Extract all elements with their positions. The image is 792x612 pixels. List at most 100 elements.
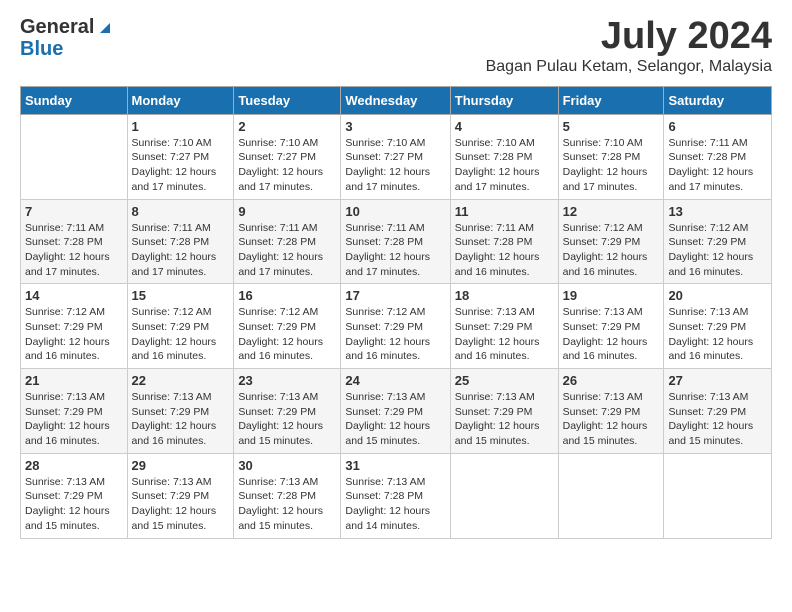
header-thursday: Thursday: [450, 86, 558, 114]
calendar-cell: 23 Sunrise: 7:13 AMSunset: 7:29 PMDayligh…: [234, 369, 341, 454]
day-detail: Sunrise: 7:13 AMSunset: 7:29 PMDaylight:…: [668, 390, 767, 449]
calendar-cell: 8 Sunrise: 7:11 AMSunset: 7:28 PMDaylight…: [127, 199, 234, 284]
header-monday: Monday: [127, 86, 234, 114]
header-saturday: Saturday: [664, 86, 772, 114]
day-number: 10: [345, 204, 445, 219]
calendar-cell: [450, 453, 558, 538]
calendar-cell: 9 Sunrise: 7:11 AMSunset: 7:28 PMDaylight…: [234, 199, 341, 284]
day-number: 2: [238, 119, 336, 134]
day-number: 14: [25, 288, 123, 303]
day-number: 16: [238, 288, 336, 303]
calendar-cell: 11Sunrise: 7:11 AMSunset: 7:28 PMDayligh…: [450, 199, 558, 284]
day-number: 6: [668, 119, 767, 134]
day-detail: Sunrise: 7:10 AMSunset: 7:28 PMDaylight:…: [455, 136, 554, 195]
calendar-cell: [558, 453, 664, 538]
logo-icon: [96, 17, 114, 35]
day-number: 29: [132, 458, 230, 473]
calendar-cell: 30Sunrise: 7:13 AMSunset: 7:28 PMDayligh…: [234, 453, 341, 538]
calendar-cell: 21Sunrise: 7:13 AMSunset: 7:29 PMDayligh…: [21, 369, 128, 454]
calendar-cell: 12Sunrise: 7:12 AMSunset: 7:29 PMDayligh…: [558, 199, 664, 284]
calendar-cell: 13 Sunrise: 7:12 AMSunset: 7:29 PMDayligh…: [664, 199, 772, 284]
calendar-cell: 14Sunrise: 7:12 AMSunset: 7:29 PMDayligh…: [21, 284, 128, 369]
logo-general-text: General: [20, 16, 94, 38]
day-detail: Sunrise: 7:10 AMSunset: 7:27 PMDaylight:…: [132, 136, 230, 195]
calendar-cell: 18Sunrise: 7:13 AMSunset: 7:29 PMDayligh…: [450, 284, 558, 369]
day-detail: Sunrise: 7:12 AMSunset: 7:29 PMDaylight:…: [238, 305, 336, 364]
calendar-week-row: 21Sunrise: 7:13 AMSunset: 7:29 PMDayligh…: [21, 369, 772, 454]
day-number: 17: [345, 288, 445, 303]
day-number: 8: [132, 204, 230, 219]
day-number: 19: [563, 288, 660, 303]
day-number: 24: [345, 373, 445, 388]
day-number: 3: [345, 119, 445, 134]
day-detail: Sunrise: 7:13 AMSunset: 7:29 PMDaylight:…: [25, 475, 123, 534]
month-year-title: July 2024: [486, 16, 772, 58]
page-header: General Blue July 2024 Bagan Pulau Ketam…: [20, 16, 772, 76]
day-number: 31: [345, 458, 445, 473]
calendar-cell: 29 Sunrise: 7:13 AMSunset: 7:29 PMDayligh…: [127, 453, 234, 538]
day-number: 7: [25, 204, 123, 219]
calendar-table: SundayMondayTuesdayWednesdayThursdayFrid…: [20, 86, 772, 539]
day-number: 13: [668, 204, 767, 219]
calendar-week-row: 1 Sunrise: 7:10 AMSunset: 7:27 PMDaylight…: [21, 114, 772, 199]
calendar-cell: [664, 453, 772, 538]
calendar-cell: 26Sunrise: 7:13 AMSunset: 7:29 PMDayligh…: [558, 369, 664, 454]
calendar-cell: 4 Sunrise: 7:10 AMSunset: 7:28 PMDaylight…: [450, 114, 558, 199]
day-detail: Sunrise: 7:13 AMSunset: 7:29 PMDaylight:…: [238, 390, 336, 449]
calendar-cell: 17 Sunrise: 7:12 AMSunset: 7:29 PMDayligh…: [341, 284, 450, 369]
calendar-week-row: 14 Sunrise: 7:12 AMSunset: 7:29 PMDayligh…: [21, 284, 772, 369]
day-number: 4: [455, 119, 554, 134]
day-detail: Sunrise: 7:13 AMSunset: 7:29 PMDaylight:…: [563, 390, 660, 449]
calendar-cell: 7 Sunrise: 7:11 AMSunset: 7:28 PMDaylight…: [21, 199, 128, 284]
header-wednesday: Wednesday: [341, 86, 450, 114]
day-number: 23: [238, 373, 336, 388]
calendar-cell: 20 Sunrise: 7:13 AMSunset: 7:29 PMDayligh…: [664, 284, 772, 369]
day-detail: Sunrise: 7:13 AMSunset: 7:29 PMDaylight:…: [25, 390, 123, 449]
calendar-week-row: 28 Sunrise: 7:13 AMSunset: 7:29 PMDayligh…: [21, 453, 772, 538]
day-detail: Sunrise: 7:11 AMSunset: 7:28 PMDaylight:…: [132, 221, 230, 280]
day-detail: Sunrise: 7:10 AMSunset: 7:27 PMDaylight:…: [238, 136, 336, 195]
day-number: 20: [668, 288, 767, 303]
day-detail: Sunrise: 7:12 AMSunset: 7:29 PMDaylight:…: [668, 221, 767, 280]
day-detail: Sunrise: 7:13 AMSunset: 7:29 PMDaylight:…: [345, 390, 445, 449]
location-subtitle: Bagan Pulau Ketam, Selangor, Malaysia: [486, 58, 772, 76]
calendar-cell: 10Sunrise: 7:11 AMSunset: 7:28 PMDayligh…: [341, 199, 450, 284]
calendar-week-row: 7 Sunrise: 7:11 AMSunset: 7:28 PMDaylight…: [21, 199, 772, 284]
day-detail: Sunrise: 7:13 AMSunset: 7:29 PMDaylight:…: [132, 390, 230, 449]
calendar-cell: 5 Sunrise: 7:10 AMSunset: 7:28 PMDaylight…: [558, 114, 664, 199]
day-detail: Sunrise: 7:12 AMSunset: 7:29 PMDaylight:…: [345, 305, 445, 364]
calendar-cell: 3 Sunrise: 7:10 AMSunset: 7:27 PMDaylight…: [341, 114, 450, 199]
header-sunday: Sunday: [21, 86, 128, 114]
calendar-cell: 25Sunrise: 7:13 AMSunset: 7:29 PMDayligh…: [450, 369, 558, 454]
calendar-cell: [21, 114, 128, 199]
logo-blue-text: Blue: [20, 38, 63, 60]
day-number: 25: [455, 373, 554, 388]
day-detail: Sunrise: 7:13 AMSunset: 7:28 PMDaylight:…: [238, 475, 336, 534]
day-detail: Sunrise: 7:10 AMSunset: 7:27 PMDaylight:…: [345, 136, 445, 195]
day-detail: Sunrise: 7:13 AMSunset: 7:29 PMDaylight:…: [563, 305, 660, 364]
header-tuesday: Tuesday: [234, 86, 341, 114]
day-detail: Sunrise: 7:10 AMSunset: 7:28 PMDaylight:…: [563, 136, 660, 195]
day-detail: Sunrise: 7:12 AMSunset: 7:29 PMDaylight:…: [563, 221, 660, 280]
calendar-cell: 28 Sunrise: 7:13 AMSunset: 7:29 PMDayligh…: [21, 453, 128, 538]
calendar-cell: 16 Sunrise: 7:12 AMSunset: 7:29 PMDayligh…: [234, 284, 341, 369]
day-number: 28: [25, 458, 123, 473]
day-detail: Sunrise: 7:11 AMSunset: 7:28 PMDaylight:…: [668, 136, 767, 195]
title-area: July 2024 Bagan Pulau Ketam, Selangor, M…: [486, 16, 772, 76]
day-detail: Sunrise: 7:13 AMSunset: 7:29 PMDaylight:…: [668, 305, 767, 364]
day-detail: Sunrise: 7:12 AMSunset: 7:29 PMDaylight:…: [132, 305, 230, 364]
day-number: 9: [238, 204, 336, 219]
day-number: 1: [132, 119, 230, 134]
day-number: 5: [563, 119, 660, 134]
day-detail: Sunrise: 7:11 AMSunset: 7:28 PMDaylight:…: [455, 221, 554, 280]
calendar-cell: 2 Sunrise: 7:10 AMSunset: 7:27 PMDaylight…: [234, 114, 341, 199]
header-friday: Friday: [558, 86, 664, 114]
day-number: 22: [132, 373, 230, 388]
day-number: 27: [668, 373, 767, 388]
day-detail: Sunrise: 7:13 AMSunset: 7:29 PMDaylight:…: [132, 475, 230, 534]
calendar-cell: 22 Sunrise: 7:13 AMSunset: 7:29 PMDayligh…: [127, 369, 234, 454]
day-detail: Sunrise: 7:11 AMSunset: 7:28 PMDaylight:…: [25, 221, 123, 280]
day-detail: Sunrise: 7:13 AMSunset: 7:28 PMDaylight:…: [345, 475, 445, 534]
calendar-cell: 6 Sunrise: 7:11 AMSunset: 7:28 PMDaylight…: [664, 114, 772, 199]
day-detail: Sunrise: 7:11 AMSunset: 7:28 PMDaylight:…: [238, 221, 336, 280]
